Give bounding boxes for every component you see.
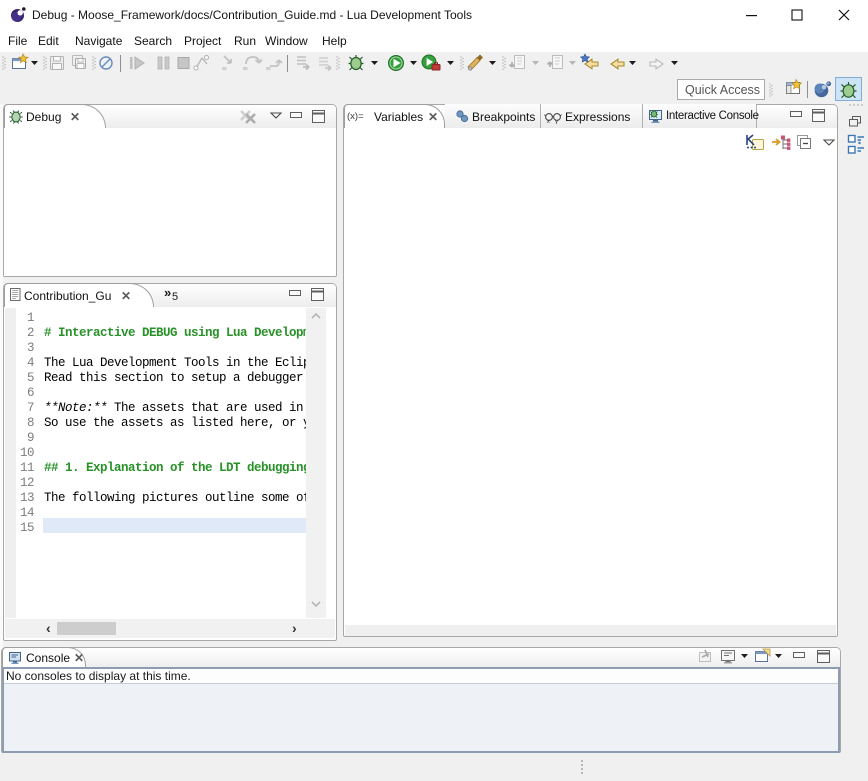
svg-text:x: x — [547, 119, 550, 124]
svg-text:y: y — [555, 119, 558, 124]
